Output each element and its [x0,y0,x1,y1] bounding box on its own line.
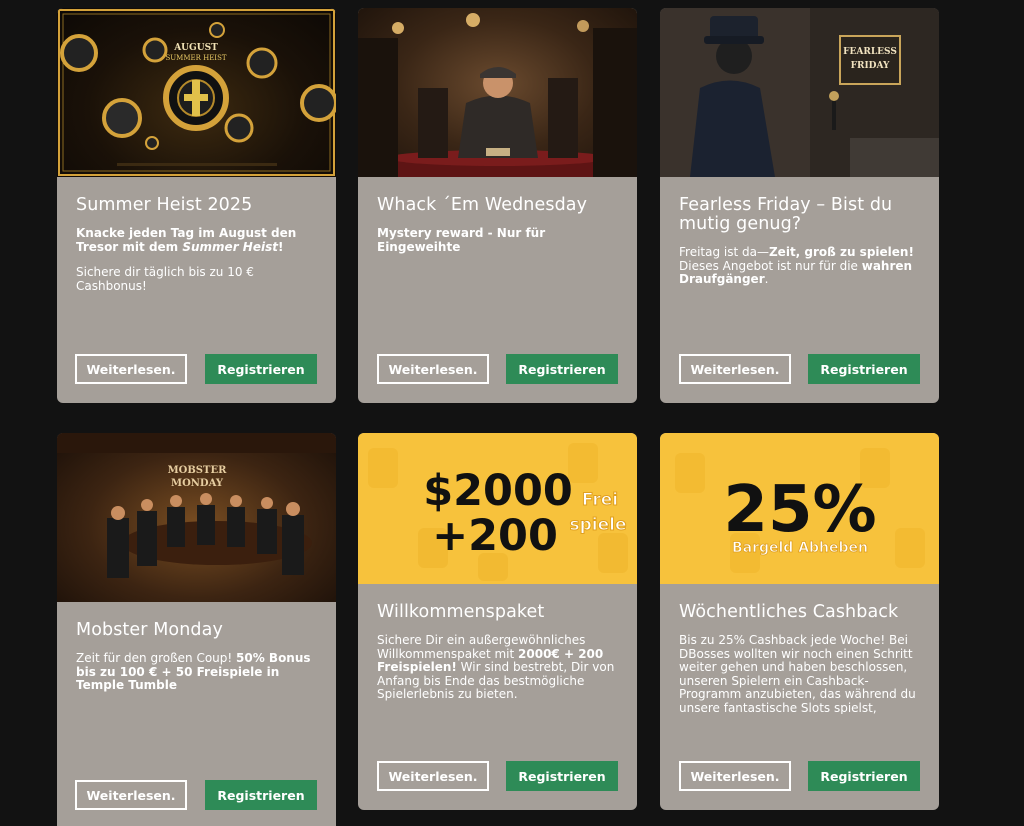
banner-free-word: Frei [582,490,618,510]
read-more-button[interactable]: Weiterlesen. [75,354,187,384]
promo-card-summer-heist: AUGUST SUMMER HEIST Summer Heist 2025 Kn… [57,8,336,403]
register-button[interactable]: Registrieren [205,780,317,810]
friday-sign-text-1: FEARLESS [843,47,897,57]
read-more-button[interactable]: Weiterlesen. [377,761,489,791]
mobster-image-text-1: MOBSTER [168,465,228,476]
promo-card-welcome-package: $2000 +200 Frei spiele Willkommenspaket … [358,433,637,810]
heist-image-text-2: SUMMER HEIST [165,54,226,62]
banner-spins-word: spiele [569,515,626,535]
banner-spins: +200 [432,511,558,561]
banner-caption: Bargeld Abheben [732,540,868,556]
register-button[interactable]: Registrieren [506,354,618,384]
card-title: Fearless Friday – Bist du mutig genug? [679,195,893,234]
welcome-package-body: Willkommenspaket Sichere Dir ein außerge… [377,603,618,702]
card-description: Sichere Dir ein außergewöhnliches Willko… [377,633,615,701]
card-title: Whack ´Em Wednesday [377,195,588,215]
read-more-button[interactable]: Weiterlesen. [75,780,187,810]
card-title: Summer Heist 2025 [76,195,253,215]
mobster-monday-body: Mobster Monday Zeit für den großen Coup!… [76,621,317,693]
banner-percentage: 25% [723,473,876,547]
fearless-friday-body: Fearless Friday – Bist du mutig genug? F… [679,196,920,287]
summer-heist-image: AUGUST SUMMER HEIST [57,8,336,177]
card-title: Willkommenspaket [377,602,545,622]
card-title: Wöchentliches Cashback [679,602,899,622]
card-description: Zeit für den großen Coup! 50% Bonus bis … [76,651,311,692]
heist-image-text-1: AUGUST [173,43,218,53]
mobster-monday-image: MOBSTER MONDAY [57,433,336,602]
welcome-package-banner: $2000 +200 Frei spiele [358,433,637,584]
promo-card-mobster-monday: MOBSTER MONDAY Mobster Monday Zeit für d… [57,433,336,826]
friday-sign-text-2: FRIDAY [851,61,890,71]
card-subtitle: Mystery reward - Nur für Eingeweihte [377,226,546,254]
card-description: Sichere dir täglich bis zu 10 € Cashbonu… [76,265,254,293]
register-button[interactable]: Registrieren [205,354,317,384]
card-title: Mobster Monday [76,620,223,640]
welcome-banner-art: $2000 +200 Frei spiele [368,443,628,581]
fearless-friday-image: FEARLESS FRIDAY [660,8,939,177]
whack-em-wednesday-image [358,8,637,177]
weekly-cashback-body: Wöchentliches Cashback Bis zu 25% Cashba… [679,602,920,715]
read-more-button[interactable]: Weiterlesen. [679,761,791,791]
poker-table-icon [358,13,637,177]
casino-chips-icon [60,22,336,150]
card-description: Freitag ist da—Zeit, groß zu spielen! Di… [679,245,914,286]
register-button[interactable]: Registrieren [506,761,618,791]
fearless-friday-art: FEARLESS FRIDAY [660,8,939,177]
weekly-cashback-banner: 25% Bargeld Abheben [660,433,939,584]
promo-card-whack-em-wednesday: Whack ´Em Wednesday Mystery reward - Nur… [358,8,637,403]
whack-em-body: Whack ´Em Wednesday Mystery reward - Nur… [377,196,618,254]
register-button[interactable]: Registrieren [808,354,920,384]
summer-heist-art: AUGUST SUMMER HEIST [58,9,336,176]
read-more-button[interactable]: Weiterlesen. [377,354,489,384]
card-subtitle: Knacke jeden Tag im August den Tresor mi… [76,226,297,254]
banner-amount: $2000 [423,466,573,516]
read-more-button[interactable]: Weiterlesen. [679,354,791,384]
register-button[interactable]: Registrieren [808,761,920,791]
promo-card-weekly-cashback: 25% Bargeld Abheben Wöchentliches Cashba… [660,433,939,810]
card-description: Bis zu 25% Cashback jede Woche! Bei DBos… [679,634,916,714]
mobster-image-text-2: MONDAY [171,478,224,489]
mobster-monday-art: MOBSTER MONDAY [57,433,336,578]
cashback-banner-art: 25% Bargeld Abheben [675,448,925,573]
summer-heist-body: Summer Heist 2025 Knacke jeden Tag im Au… [76,196,317,293]
promo-card-fearless-friday: FEARLESS FRIDAY Fearless Friday – Bist d… [660,8,939,403]
